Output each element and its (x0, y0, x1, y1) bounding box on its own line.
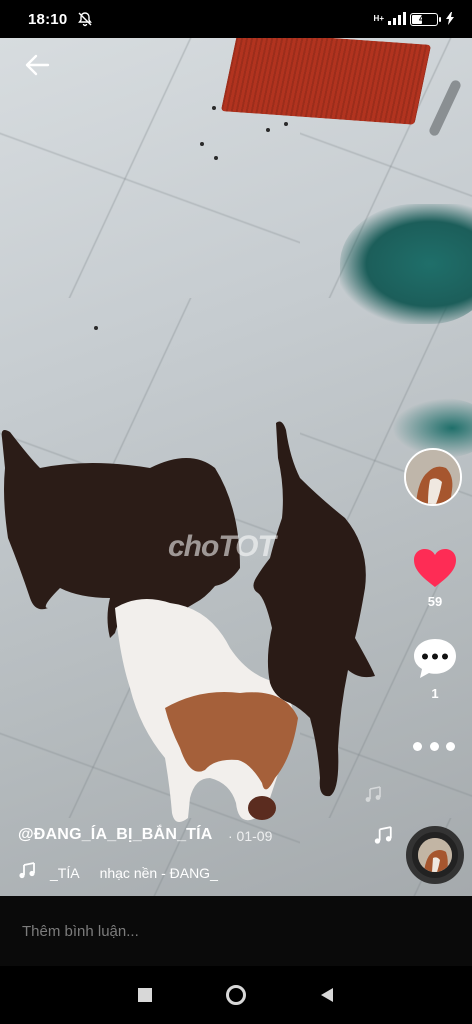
post-date: · 01-09 (228, 828, 273, 844)
charging-icon (446, 11, 454, 27)
floor-debris (214, 156, 218, 160)
dot-icon (429, 741, 439, 751)
heart-icon (414, 549, 456, 587)
comment-button[interactable] (412, 636, 458, 682)
comment-bar (0, 896, 472, 966)
status-bar: 18:10 H+ 40 (0, 0, 472, 38)
sound-disc-button[interactable] (406, 826, 464, 884)
bell-muted-icon (77, 11, 93, 27)
floor-debris (94, 326, 98, 330)
status-indicators: H+ 40 (373, 11, 454, 27)
arrow-left-icon (25, 54, 50, 76)
floor-debris (284, 122, 288, 126)
more-options-button[interactable] (411, 734, 457, 758)
system-nav-bar (0, 966, 472, 1024)
floating-note-icon (372, 826, 394, 851)
comment-count: 1 (431, 686, 439, 701)
floor-debris (200, 142, 204, 146)
rug (220, 38, 432, 125)
recent-apps-button[interactable] (130, 980, 160, 1010)
status-time: 18:10 (28, 10, 68, 28)
dot-icon (413, 741, 422, 751)
sound-short-label: _TÍA (50, 864, 80, 881)
like-button[interactable] (412, 546, 458, 592)
sound-disc-image (418, 838, 452, 872)
back-nav-button[interactable] (312, 980, 342, 1010)
fishing-net (340, 204, 472, 324)
like-count: 59 (427, 594, 443, 609)
home-button[interactable] (221, 980, 251, 1010)
signal-icon (388, 11, 406, 27)
dogs-image (1, 421, 375, 822)
floor-debris (266, 128, 270, 132)
circle-icon (225, 985, 246, 1005)
music-note-icon (18, 862, 36, 883)
watermark: choTOT (168, 530, 276, 563)
back-button[interactable] (22, 50, 52, 80)
comment-bubble-icon (414, 639, 456, 678)
creator-username[interactable]: @ĐANG_ÍA_BỊ_BẮN_TÍA (18, 826, 213, 844)
square-icon (138, 988, 153, 1002)
battery-icon: 40 (410, 12, 441, 26)
battery-percent: 40 (418, 14, 429, 24)
video-player[interactable]: choTOT (0, 38, 472, 896)
floor-debris (212, 106, 216, 110)
creator-avatar[interactable] (404, 448, 462, 506)
floating-note-icon (364, 786, 382, 809)
triangle-back-icon (320, 988, 333, 1002)
avatar-image (406, 450, 460, 504)
sound-title: nhạc nền - ĐANG_ (99, 864, 218, 881)
comment-input[interactable] (22, 922, 442, 940)
network-type: H+ (373, 14, 384, 23)
dot-icon (446, 741, 455, 751)
music-info[interactable]: _TÍA nhạc nền - ĐANG_ (18, 862, 218, 883)
